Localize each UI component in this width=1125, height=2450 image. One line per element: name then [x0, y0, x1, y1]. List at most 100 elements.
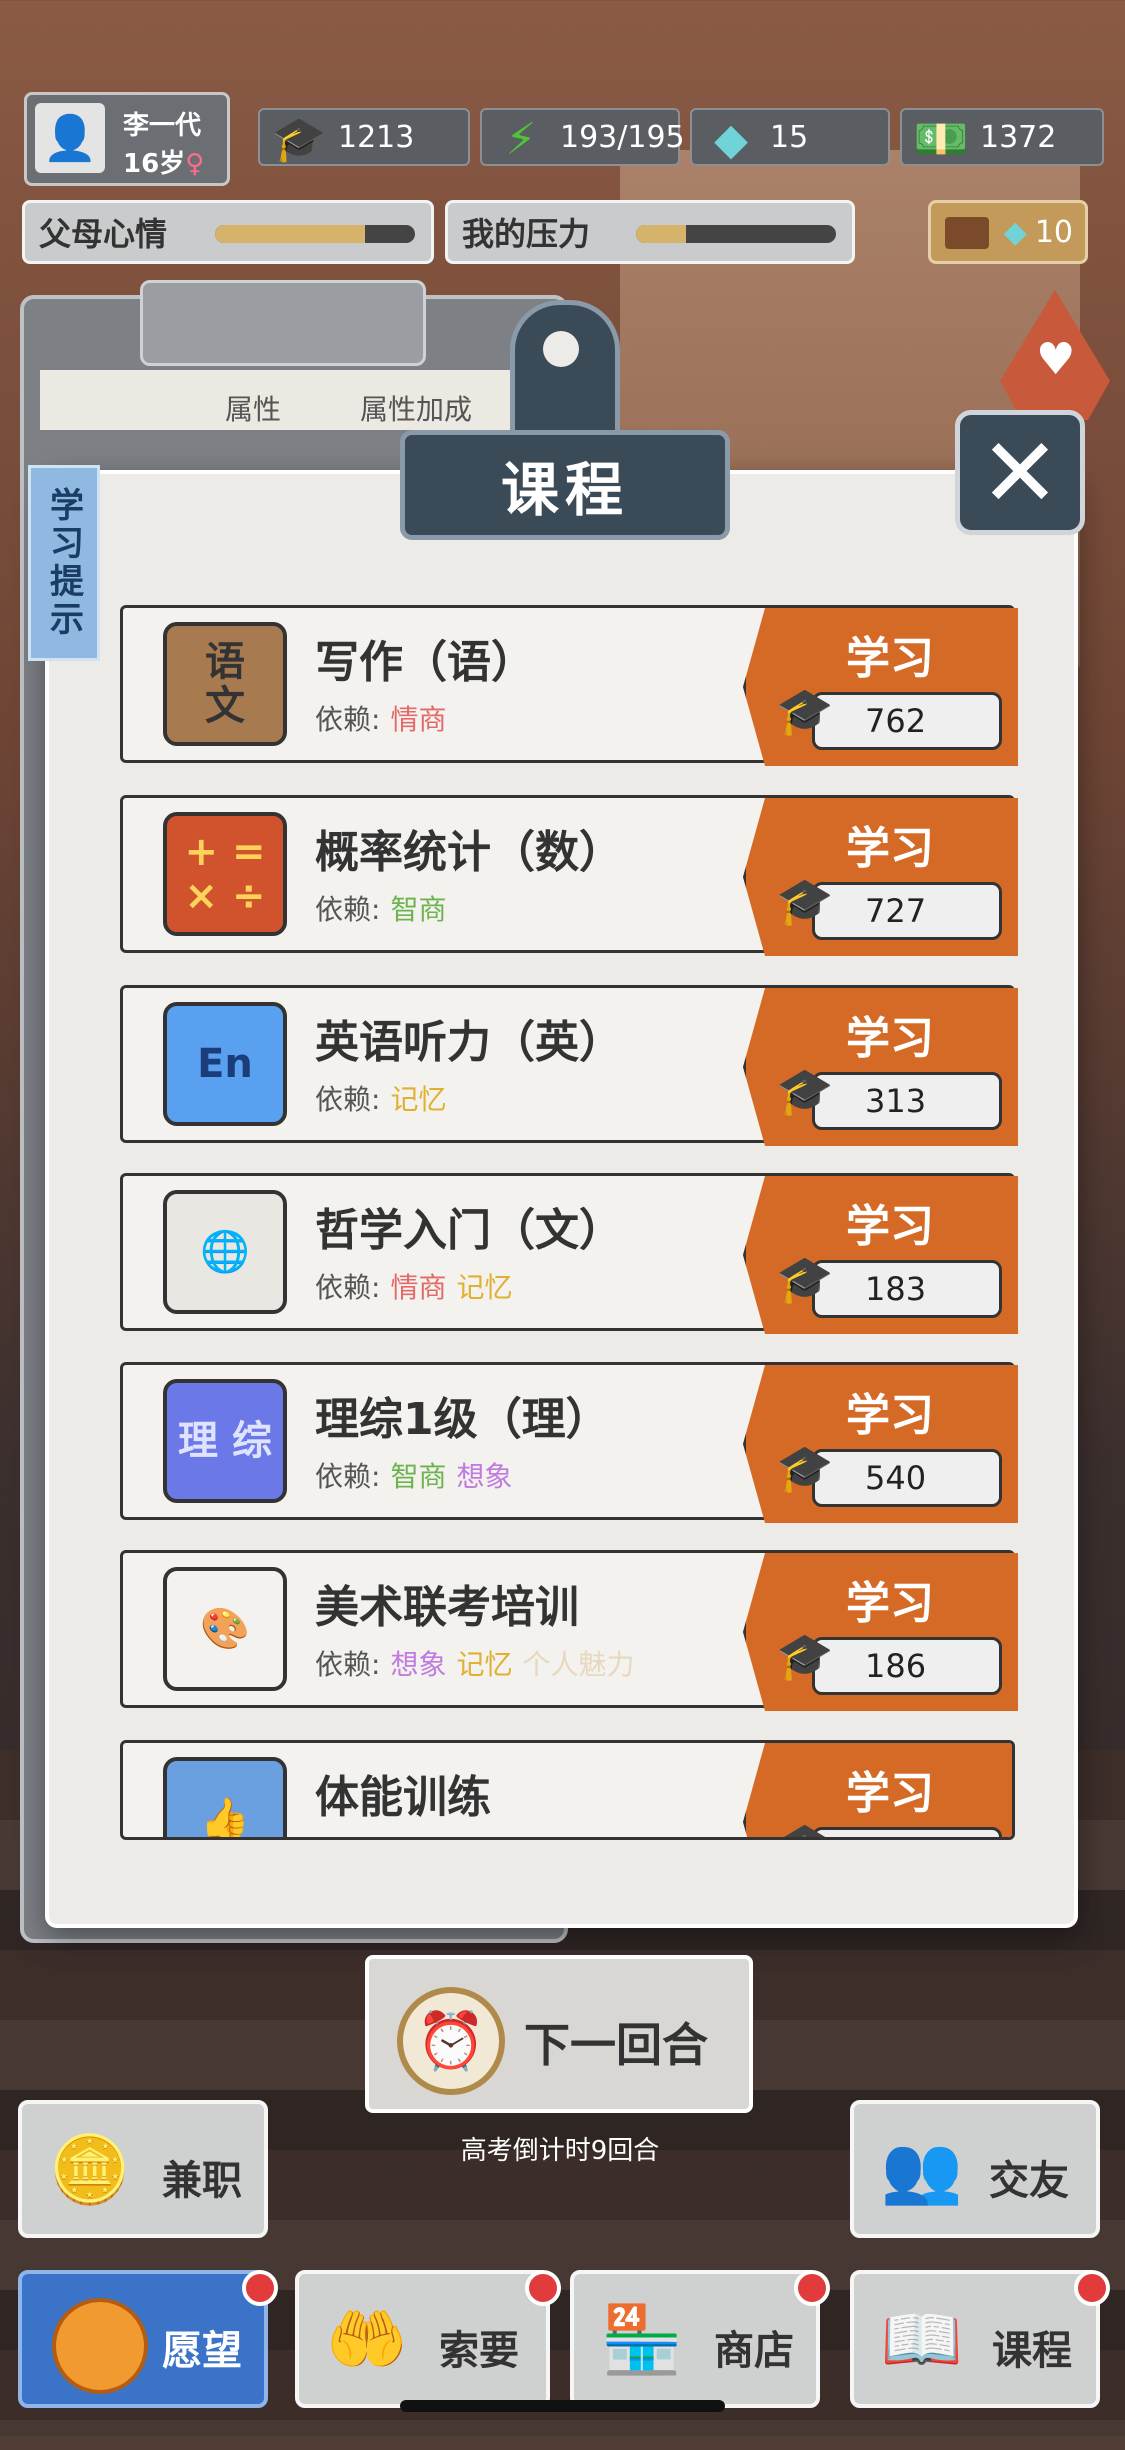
panel-clip — [510, 300, 620, 450]
female-icon: ♀ — [185, 149, 205, 179]
wish-label: 愿望 — [162, 2328, 242, 2374]
money-icon: 💵 — [913, 114, 969, 165]
course-name: 写作（语） — [315, 637, 535, 688]
study-cost: 540 — [812, 1449, 1002, 1507]
panel-title: 课程 — [400, 430, 730, 540]
course-dependencies: 依赖: 情商 记忆 — [315, 1266, 522, 1306]
shop-button[interactable]: 🏪 商店 — [570, 2270, 830, 2408]
exam-countdown: 高考倒计时9回合 — [460, 2136, 660, 2166]
my-stress-label: 我的压力 — [462, 215, 591, 253]
heart-icon: ♥ — [1036, 334, 1076, 385]
ask-label: 索要 — [439, 2328, 519, 2374]
graduation-cap-icon: 🎓 — [776, 1252, 834, 1306]
video-icon — [945, 217, 989, 249]
diamond-icon: ◆ — [1003, 214, 1027, 250]
dependency-label: 依赖: — [315, 1083, 381, 1116]
energy-stat[interactable]: ⚡ 193/195 — [480, 108, 685, 166]
lightning-icon: ⚡ — [505, 113, 537, 165]
course-label: 课程 — [992, 2328, 1072, 2374]
study-cost: 183 — [812, 1260, 1002, 1318]
friends-button[interactable]: 👥 交友 — [850, 2100, 1100, 2238]
dragon-ball-icon — [52, 2298, 148, 2394]
study-tip-tab[interactable]: 学习提示 — [28, 465, 100, 661]
video-reward-button[interactable]: ◆ 10 — [928, 200, 1088, 264]
study-label: 学习 — [846, 823, 934, 874]
study-button[interactable]: 学习 186 🎓 — [743, 1553, 1018, 1711]
study-button[interactable]: 学习 313 🎓 — [743, 988, 1018, 1146]
money-stat[interactable]: 💵 1372 — [900, 108, 1104, 166]
next-round-label: 下一回合 — [524, 2018, 708, 2072]
dependency-label: 依赖: — [315, 893, 381, 926]
dependency-label: 依赖: — [315, 1648, 381, 1681]
course-name: 美术联考培训 — [315, 1582, 579, 1633]
study-cost-value: 313 — [865, 1082, 927, 1120]
next-round-button[interactable]: ⏰ 下一回合 — [365, 1955, 753, 2113]
study-label: 学习 — [846, 1013, 934, 1064]
dependency-label: 依赖: — [315, 703, 381, 736]
course-icon: 🎨 — [163, 1567, 287, 1691]
shop-label: 商店 — [714, 2328, 794, 2374]
dependency-attribute: 情商 — [390, 703, 447, 736]
diamond-stat[interactable]: ◆ 15 — [690, 108, 890, 166]
home-indicator — [400, 2400, 725, 2412]
study-button[interactable]: 学习 540 🎓 — [743, 1365, 1018, 1523]
my-stress: 我的压力 — [445, 200, 855, 264]
ask-button[interactable]: 🤲 索要 — [295, 2270, 561, 2408]
notification-dot — [525, 2270, 561, 2306]
course-button[interactable]: 📖 课程 — [850, 2270, 1110, 2408]
attribute-col: 属性 — [225, 393, 282, 426]
study-button[interactable]: 学习 762 🎓 — [743, 608, 1018, 766]
knowledge-stat[interactable]: 🎓 1213 — [258, 108, 470, 166]
course-row: 理 综理综1级（理） 依赖: 智商 想象 学习 540 🎓 — [120, 1362, 1018, 1523]
notification-dot — [242, 2270, 278, 2306]
book-icon: 📖 — [880, 2301, 964, 2378]
study-label: 学习 — [846, 1201, 934, 1252]
energy-value: 193/195 — [560, 119, 685, 155]
close-button[interactable]: ✕ — [955, 410, 1085, 535]
course-dependencies: 依赖: 记忆 — [315, 1078, 456, 1118]
course-row: 🌐 哲学入门（文） 依赖: 情商 记忆 学习 183 🎓 — [120, 1173, 1018, 1334]
study-cost: 727 — [812, 882, 1002, 940]
dependency-attribute: 记忆 — [456, 1648, 513, 1681]
study-label: 学习 — [846, 633, 934, 684]
course-icon: 语 文 — [163, 622, 287, 746]
graduation-cap-icon: 🎓 — [776, 1629, 834, 1683]
friends-icon: 👥 — [880, 2131, 964, 2208]
notification-dot — [794, 2270, 830, 2306]
study-label: 学习 — [846, 1578, 934, 1629]
parttime-button[interactable]: 🪙 兼职 — [18, 2100, 268, 2238]
course-dependencies — [315, 1833, 325, 1837]
avatar-icon: 👤 — [35, 103, 105, 173]
course-icon: 👍 — [163, 1757, 287, 1837]
dependency-attribute: 记忆 — [456, 1271, 513, 1304]
parents-mood-label: 父母心情 — [39, 215, 168, 253]
shop-icon: 🏪 — [600, 2301, 684, 2378]
dependency-attribute: 智商 — [390, 893, 447, 926]
study-button[interactable]: 学习 🎓 — [743, 1743, 1012, 1837]
course-dependencies: 依赖: 智商 想象 — [315, 1455, 522, 1495]
dependency-attribute: 想象 — [390, 1648, 447, 1681]
diamond-value: 15 — [770, 119, 809, 155]
course-icon: En — [163, 1002, 287, 1126]
attribute-header: 属性 属性加成 — [40, 370, 540, 430]
course-row: 🎨 美术联考培训 依赖: 想象 记忆 个人魅力 学习 186 🎓 — [120, 1550, 1018, 1711]
course-name: 英语听力（英） — [315, 1017, 623, 1068]
parttime-label: 兼职 — [162, 2158, 242, 2204]
parents-mood-bar — [215, 225, 415, 243]
course-dependencies: 依赖: 想象 记忆 个人魅力 — [315, 1643, 644, 1683]
dependency-attribute: 记忆 — [390, 1083, 447, 1116]
study-button[interactable]: 学习 727 🎓 — [743, 798, 1018, 956]
player-profile[interactable]: 👤 李一代 16岁♀ — [24, 92, 230, 186]
study-cost-value: 727 — [865, 892, 927, 930]
course-row: + = × ÷ 概率统计（数） 依赖: 智商 学习 727 🎓 — [120, 795, 1018, 956]
clipboard-clip — [140, 280, 426, 366]
money-value: 1372 — [980, 119, 1057, 155]
study-button[interactable]: 学习 183 🎓 — [743, 1176, 1018, 1334]
dependency-attribute: 情商 — [390, 1271, 447, 1304]
alarm-clock-icon: ⏰ — [397, 1987, 505, 2095]
course-row: 语 文写作（语） 依赖: 情商 学习 762 🎓 — [120, 605, 1018, 766]
hand-icon: 🤲 — [325, 2301, 409, 2378]
graduation-cap-icon: 🎓 — [776, 1064, 834, 1118]
wish-button[interactable]: 愿望 — [18, 2270, 278, 2408]
notification-dot — [1074, 2270, 1110, 2306]
